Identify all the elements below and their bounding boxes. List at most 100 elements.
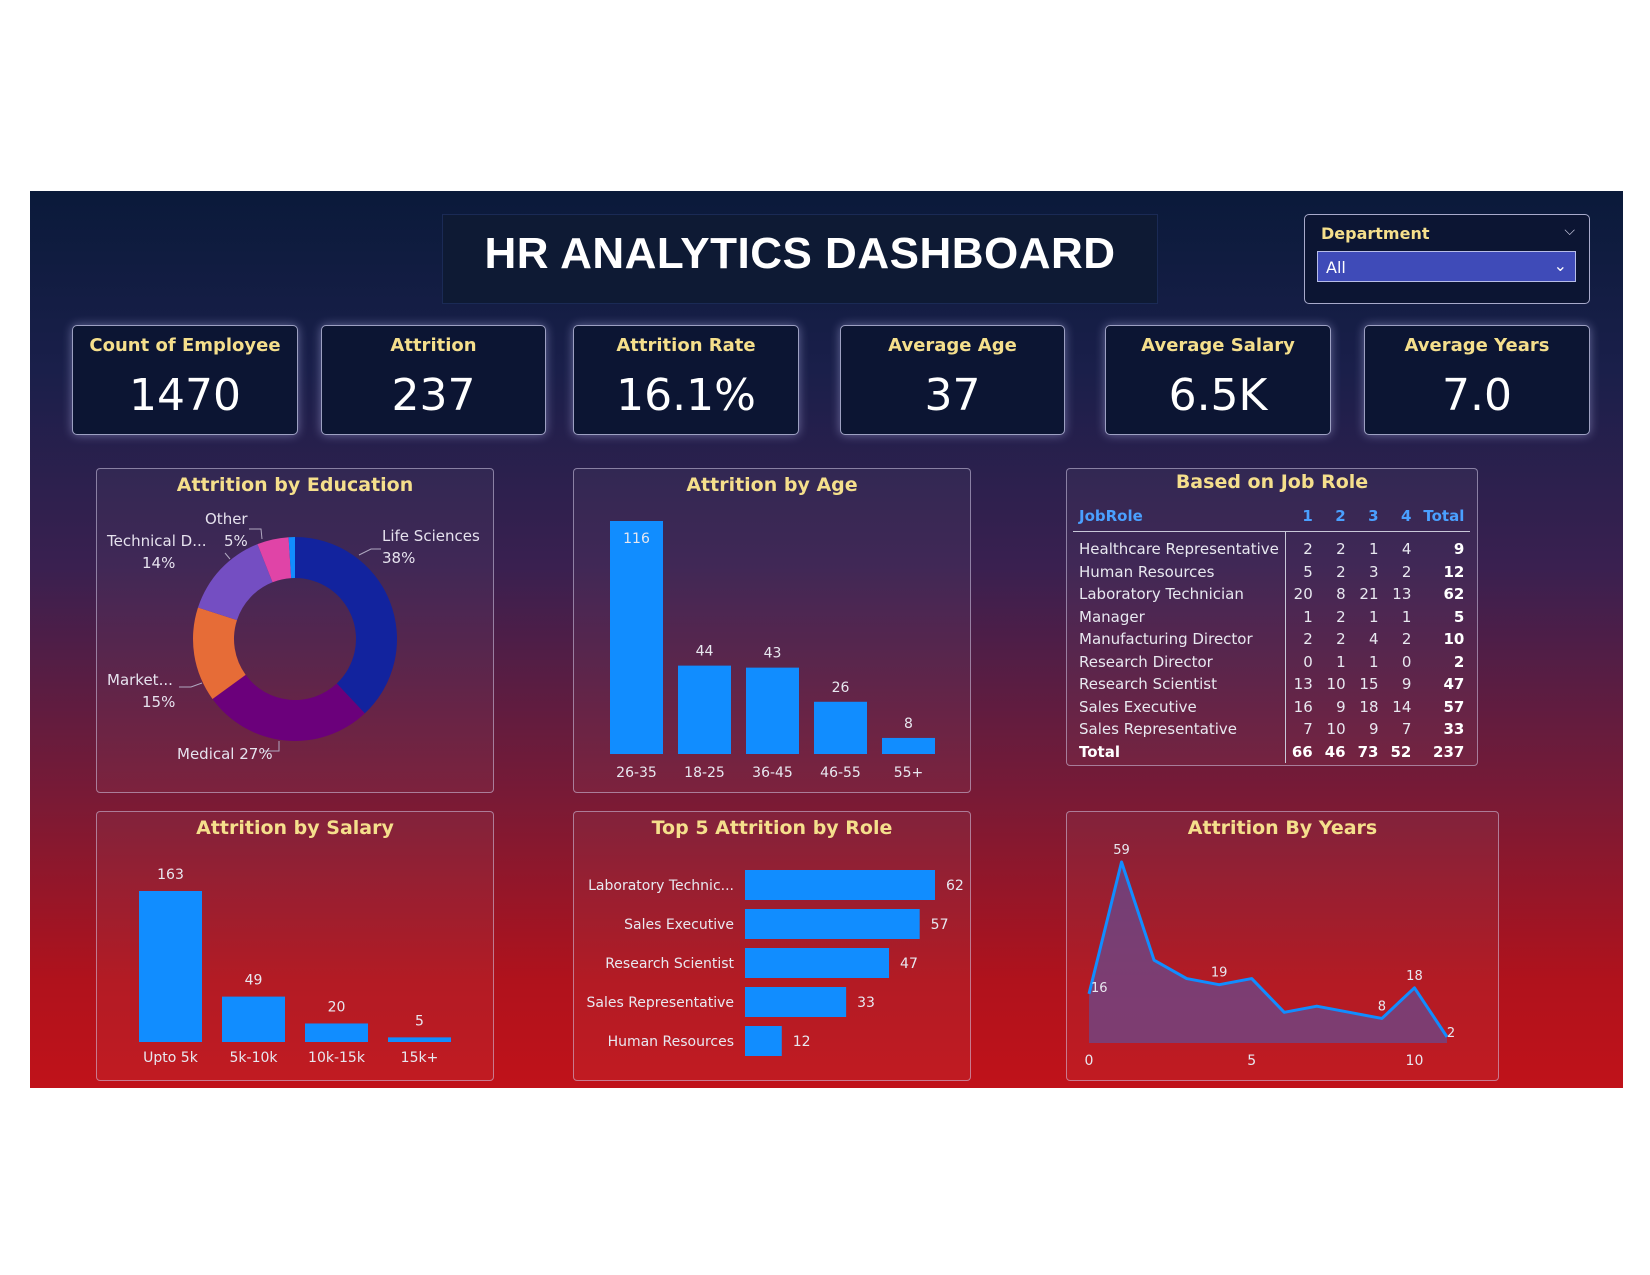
leader-line xyxy=(179,682,203,688)
table-cell: 9 xyxy=(1401,675,1412,694)
table-row: Research Director 0 1 1 0 2 xyxy=(1073,650,1470,673)
kpi-average-age: Average Age 37 xyxy=(840,325,1065,435)
category-label: Laboratory Technic... xyxy=(588,878,734,894)
table-cell: 21 xyxy=(1359,585,1379,604)
data-label: 43 xyxy=(764,646,782,662)
tick-label: 5k-10k xyxy=(230,1050,279,1066)
tick-label: 5 xyxy=(1247,1053,1256,1069)
job-role-table: JobRole 1 2 3 4 Total Healthcare Represe… xyxy=(1073,501,1471,763)
table-cell: 1 xyxy=(1368,540,1379,559)
role-hbar-chart: Laboratory Technic... 62 Sales Executive 57… xyxy=(587,870,964,1056)
collapse-chevron-icon[interactable]: ⌵ xyxy=(1564,223,1575,239)
table-cell: 47 xyxy=(1443,675,1465,694)
bar xyxy=(678,665,731,754)
table-cell: 3 xyxy=(1368,562,1379,581)
data-label: 59 xyxy=(1113,843,1130,858)
table-cell: 12 xyxy=(1443,562,1465,581)
table-cell: 2 xyxy=(1303,540,1313,559)
tick-label: Upto 5k xyxy=(143,1050,199,1066)
data-label: 2 xyxy=(1447,1026,1455,1041)
kpi-value: 37 xyxy=(924,370,981,421)
salary-bar-chart: 163 Upto 5k 49 5k-10k 20 10k-15k 5 15k+ xyxy=(139,867,451,1066)
table-cell: 2 xyxy=(1401,562,1412,581)
data-label: 18 xyxy=(1406,969,1423,984)
kpi-label: Attrition xyxy=(390,335,477,356)
table-cell: 18 xyxy=(1359,697,1379,716)
category-label: Sales Representative xyxy=(587,995,735,1011)
kpi-value: 237 xyxy=(391,370,476,421)
col-header-4[interactable]: 4 xyxy=(1384,501,1418,532)
dashboard-canvas: HR ANALYTICS DASHBOARD Department ⌵ All … xyxy=(30,191,1623,1088)
bar xyxy=(745,870,935,900)
table-cell: 1 xyxy=(1368,652,1379,671)
slice-pct-label: 5% xyxy=(224,532,248,550)
table-cell: 10 xyxy=(1326,675,1346,694)
bar xyxy=(882,737,935,754)
table-cell: Total xyxy=(1073,740,1286,763)
kpi-label: Average Years xyxy=(1404,335,1550,356)
tick-label: 0 xyxy=(1085,1053,1094,1069)
attrition-by-education-panel: Attrition by Education Life Sciences 38% M… xyxy=(96,468,494,793)
col-header-jobrole[interactable]: JobRole xyxy=(1073,501,1286,532)
bar xyxy=(139,891,202,1042)
table-cell: 0 xyxy=(1303,652,1313,671)
slice-label: Market... xyxy=(107,671,173,689)
kpi-value: 7.0 xyxy=(1442,370,1512,421)
bar xyxy=(305,1023,368,1042)
table-row: Human Resources 5 2 3 2 12 xyxy=(1073,560,1470,583)
table-cell: 4 xyxy=(1401,540,1412,559)
table-row: Sales Executive 16 9 18 14 57 xyxy=(1073,695,1470,718)
col-header-1[interactable]: 1 xyxy=(1285,501,1319,532)
bar xyxy=(814,701,867,754)
slice-pct-label: 38% xyxy=(382,549,415,567)
data-label: 16 xyxy=(1091,981,1108,996)
table-cell: 16 xyxy=(1293,697,1313,716)
table-cell: Research Scientist xyxy=(1073,673,1286,696)
table-cell: 2 xyxy=(1453,652,1465,671)
department-dropdown[interactable]: All ⌄ xyxy=(1317,251,1576,282)
area-fill xyxy=(1089,862,1447,1043)
table-cell: 46 xyxy=(1324,742,1346,761)
table-cell: Manager xyxy=(1073,605,1286,628)
table-cell: 2 xyxy=(1303,630,1313,649)
data-label: 57 xyxy=(931,917,949,933)
table-cell: 4 xyxy=(1368,630,1379,649)
job-role-panel: Based on Job Role JobRole 1 2 3 4 Total … xyxy=(1066,468,1478,766)
col-header-3[interactable]: 3 xyxy=(1351,501,1385,532)
data-label: 33 xyxy=(857,995,875,1011)
col-header-total[interactable]: Total xyxy=(1417,501,1471,532)
table-cell: 57 xyxy=(1443,697,1465,716)
kpi-label: Count of Employee xyxy=(89,335,281,356)
kpi-attrition-rate: Attrition Rate 16.1% xyxy=(573,325,799,435)
table-cell: Manufacturing Director xyxy=(1073,628,1286,651)
kpi-label: Average Salary xyxy=(1141,335,1295,356)
chevron-down-icon[interactable]: ⌄ xyxy=(1554,256,1567,275)
bar xyxy=(745,1026,782,1056)
bar xyxy=(745,987,847,1017)
table-row: Manager 1 2 1 1 5 xyxy=(1073,605,1470,628)
table-row: Research Scientist 13 10 15 9 47 xyxy=(1073,673,1470,696)
slice-label: Life Sciences xyxy=(382,527,480,545)
department-slicer[interactable]: Department ⌵ All ⌄ xyxy=(1304,214,1590,304)
slice-pct-label: 15% xyxy=(142,693,175,711)
slicer-label: Department xyxy=(1321,224,1430,243)
table-cell: Laboratory Technician xyxy=(1073,583,1286,606)
kpi-attrition: Attrition 237 xyxy=(321,325,546,435)
tick-label: 55+ xyxy=(894,765,924,781)
table-cell: 13 xyxy=(1392,585,1412,604)
tick-label: 18-25 xyxy=(684,765,725,781)
col-header-2[interactable]: 2 xyxy=(1318,501,1352,532)
data-label: 26 xyxy=(832,680,850,696)
slice-label: Other xyxy=(205,510,248,528)
dashboard-title: HR ANALYTICS DASHBOARD xyxy=(484,229,1116,278)
table-cell: 5 xyxy=(1453,607,1465,626)
slice-label: Technical D... xyxy=(106,532,207,550)
table-cell: 66 xyxy=(1291,742,1313,761)
table-cell: Sales Representative xyxy=(1073,718,1286,741)
data-label: 5 xyxy=(415,1013,424,1029)
data-label: 8 xyxy=(1378,999,1386,1014)
table-cell: 2 xyxy=(1401,630,1412,649)
total-row: Total 66 46 73 52 237 xyxy=(1073,740,1470,763)
table-cell: 9 xyxy=(1453,540,1465,559)
donut-slice xyxy=(197,544,273,621)
